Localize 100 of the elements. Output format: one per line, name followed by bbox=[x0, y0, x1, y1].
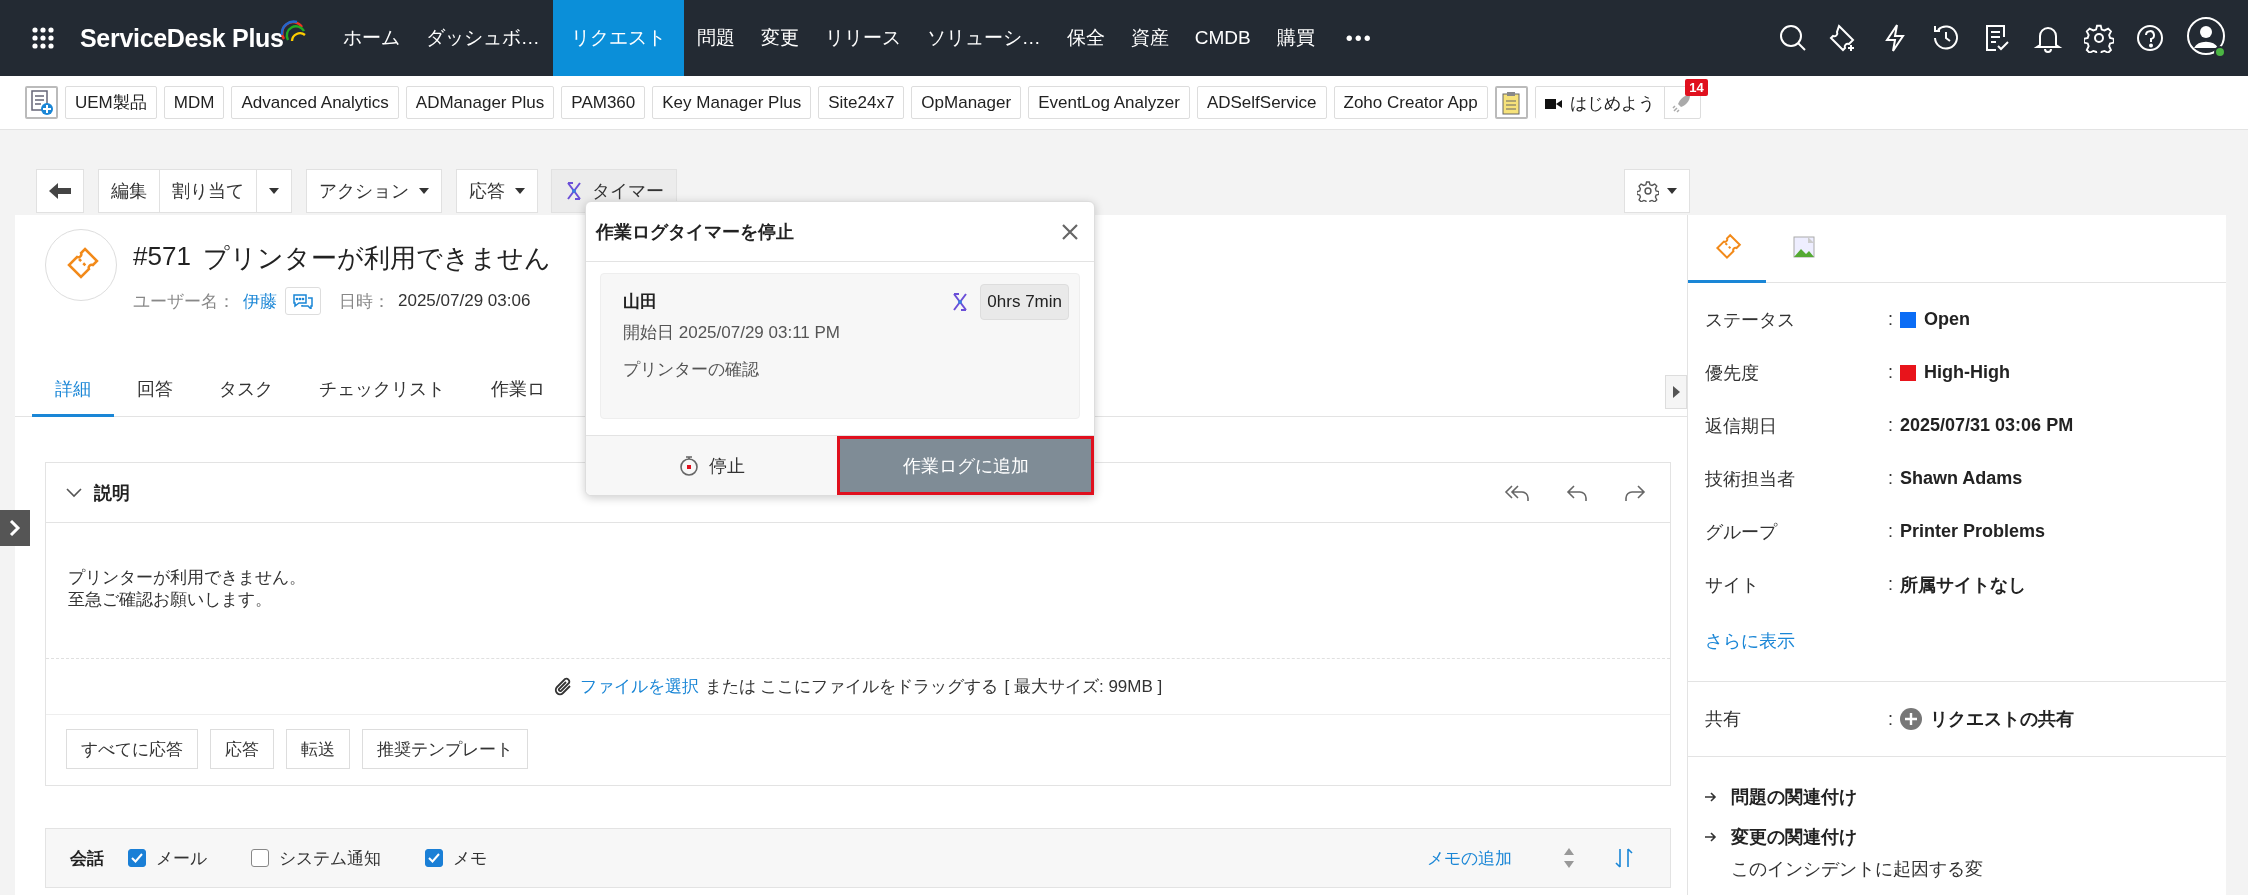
product-button[interactable]: MDM bbox=[163, 86, 225, 119]
caret-icon bbox=[269, 187, 279, 194]
field-value: High-High bbox=[1924, 362, 2010, 383]
product-button[interactable]: Zoho Creator App bbox=[1333, 86, 1488, 119]
association-note: このインシデントに起因する変 bbox=[1730, 858, 1984, 881]
caret-icon bbox=[1667, 187, 1677, 194]
nav-tab[interactable]: ダッシュボ… bbox=[412, 0, 553, 76]
sidebar-toggle-button[interactable] bbox=[0, 510, 30, 546]
caret-icon bbox=[515, 187, 525, 194]
close-icon bbox=[1062, 223, 1078, 240]
avatar-icon[interactable] bbox=[2186, 16, 2226, 56]
search-icon[interactable] bbox=[1778, 23, 1808, 53]
association-link[interactable]: 問題の関連付け bbox=[1731, 785, 1857, 809]
back-button[interactable] bbox=[36, 168, 84, 213]
field-value: 2025/07/31 03:06 PM bbox=[1900, 415, 2074, 436]
elapsed-time: 0hrs 7min bbox=[980, 284, 1069, 320]
forward-icon[interactable] bbox=[1624, 482, 1646, 503]
meeting-button[interactable]: はじめよう bbox=[1535, 87, 1664, 120]
detail-tab[interactable]: 回答 bbox=[114, 377, 196, 417]
app-grid-icon[interactable] bbox=[32, 27, 54, 49]
field-colon: : bbox=[1888, 521, 1894, 542]
description-text: プリンターが利用できません。 至急ご確認お願いします。 bbox=[46, 523, 1670, 659]
field-label: 返信期日 bbox=[1705, 414, 1778, 438]
chat-button[interactable] bbox=[285, 287, 321, 315]
nav-tab[interactable]: 問題 bbox=[683, 0, 748, 76]
product-button[interactable]: Advanced Analytics bbox=[231, 86, 399, 119]
request-number: #571 bbox=[133, 241, 191, 273]
show-more-link[interactable]: さらに表示 bbox=[1688, 611, 1795, 681]
tab-scroll-button[interactable] bbox=[1665, 375, 1687, 409]
reply-option-button[interactable]: 推奨テンプレート bbox=[362, 729, 528, 769]
product-button[interactable]: UEM製品 bbox=[65, 86, 157, 119]
nav-tab[interactable]: ソリューシ… bbox=[913, 0, 1054, 76]
section-title: 説明 bbox=[94, 481, 130, 505]
product-button[interactable]: PAM360 bbox=[561, 86, 646, 119]
requester-link[interactable]: 伊藤 bbox=[243, 289, 277, 313]
nav-tab[interactable]: 資産 bbox=[1117, 0, 1182, 76]
reply-icon[interactable] bbox=[1566, 482, 1588, 503]
caret-icon bbox=[419, 187, 429, 194]
help-icon[interactable] bbox=[2135, 23, 2165, 53]
nav-tab[interactable]: 変更 bbox=[747, 0, 812, 76]
detail-tab[interactable]: タスク bbox=[196, 377, 296, 417]
field-label: サイト bbox=[1705, 573, 1760, 597]
chat-bubbles-icon bbox=[292, 293, 314, 309]
actions-dropdown[interactable]: アクション bbox=[306, 168, 442, 213]
nav-tab[interactable]: リクエスト bbox=[552, 0, 684, 76]
product-button[interactable]: ADSelfService bbox=[1196, 86, 1327, 119]
settings-icon[interactable] bbox=[2084, 23, 2114, 53]
logo[interactable]: ServiceDesk Plus bbox=[80, 23, 306, 53]
conversation-title: 会話 bbox=[70, 847, 104, 870]
field-label: 共有 bbox=[1705, 708, 1742, 731]
checkbox[interactable] bbox=[425, 849, 443, 867]
nav-tab[interactable]: リリース bbox=[811, 0, 914, 76]
detail-tab[interactable]: チェックリスト bbox=[296, 377, 468, 417]
filter-checkbox[interactable]: システム通知 bbox=[251, 846, 381, 870]
sort-icon[interactable] bbox=[1614, 847, 1634, 869]
product-button[interactable]: Site24x7 bbox=[818, 86, 905, 119]
edit-button[interactable]: 編集 bbox=[98, 168, 160, 213]
field-value: Printer Problems bbox=[1900, 521, 2046, 542]
back-arrow-icon bbox=[49, 182, 71, 199]
reply-option-button[interactable]: すべてに応答 bbox=[66, 729, 198, 769]
product-button[interactable]: EventLog Analyzer bbox=[1028, 86, 1190, 119]
field-label: 技術担当者 bbox=[1705, 467, 1796, 491]
field-colon: : bbox=[1888, 708, 1894, 730]
field-label: ステータス bbox=[1705, 308, 1796, 332]
checkbox[interactable] bbox=[128, 849, 146, 867]
nav-tab[interactable]: ホーム bbox=[329, 0, 413, 76]
product-button[interactable]: OpManager bbox=[911, 86, 1022, 119]
product-button[interactable]: Key Manager Plus bbox=[652, 86, 812, 119]
more-menu-button[interactable]: ••• bbox=[1339, 25, 1379, 51]
filter-checkbox[interactable]: メモ bbox=[425, 846, 487, 870]
add-note-link[interactable]: メモの追加 bbox=[1421, 845, 1518, 871]
reply-option-button[interactable]: 転送 bbox=[286, 729, 350, 769]
popup-title: 作業ログタイマーを停止 bbox=[596, 220, 794, 244]
checkbox[interactable] bbox=[251, 849, 269, 867]
product-button[interactable]: ADManager Plus bbox=[405, 86, 555, 119]
reply-all-icon[interactable] bbox=[1504, 482, 1530, 503]
reply-option-button[interactable]: 応答 bbox=[210, 729, 274, 769]
detail-tab[interactable]: 詳細 bbox=[32, 377, 114, 417]
nav-tab[interactable]: 購買 bbox=[1263, 0, 1328, 76]
task-title: プリンターの確認 bbox=[623, 359, 760, 381]
expand-icon[interactable] bbox=[1564, 848, 1574, 868]
reply-dropdown[interactable]: 応答 bbox=[456, 168, 538, 213]
choose-file-link[interactable]: ファイルを選択 bbox=[579, 675, 699, 698]
stop-button[interactable]: 停止 bbox=[586, 436, 837, 495]
settings-icon bbox=[1637, 179, 1659, 202]
detail-tab[interactable]: 作業ロ bbox=[468, 377, 568, 417]
share-request-link[interactable]: リクエストの共有 bbox=[1930, 707, 2074, 731]
field-colon: : bbox=[1888, 574, 1894, 595]
assign-button[interactable]: 割り当て bbox=[160, 168, 257, 213]
collapse-chevron-icon[interactable] bbox=[66, 487, 82, 498]
filter-checkbox[interactable]: メール bbox=[128, 846, 207, 870]
nav-tab[interactable]: CMDB bbox=[1181, 0, 1264, 76]
settings-dropdown[interactable] bbox=[1624, 168, 1690, 213]
history-icon[interactable] bbox=[1931, 23, 1961, 53]
paperclip-icon bbox=[553, 676, 574, 697]
notepad-button[interactable] bbox=[1494, 86, 1528, 119]
association-link[interactable]: 変更の関連付け bbox=[1731, 825, 1857, 849]
nav-tab[interactable]: 保全 bbox=[1053, 0, 1118, 76]
add-product-button[interactable] bbox=[25, 86, 58, 119]
plus-circle-icon[interactable] bbox=[1900, 708, 1922, 730]
